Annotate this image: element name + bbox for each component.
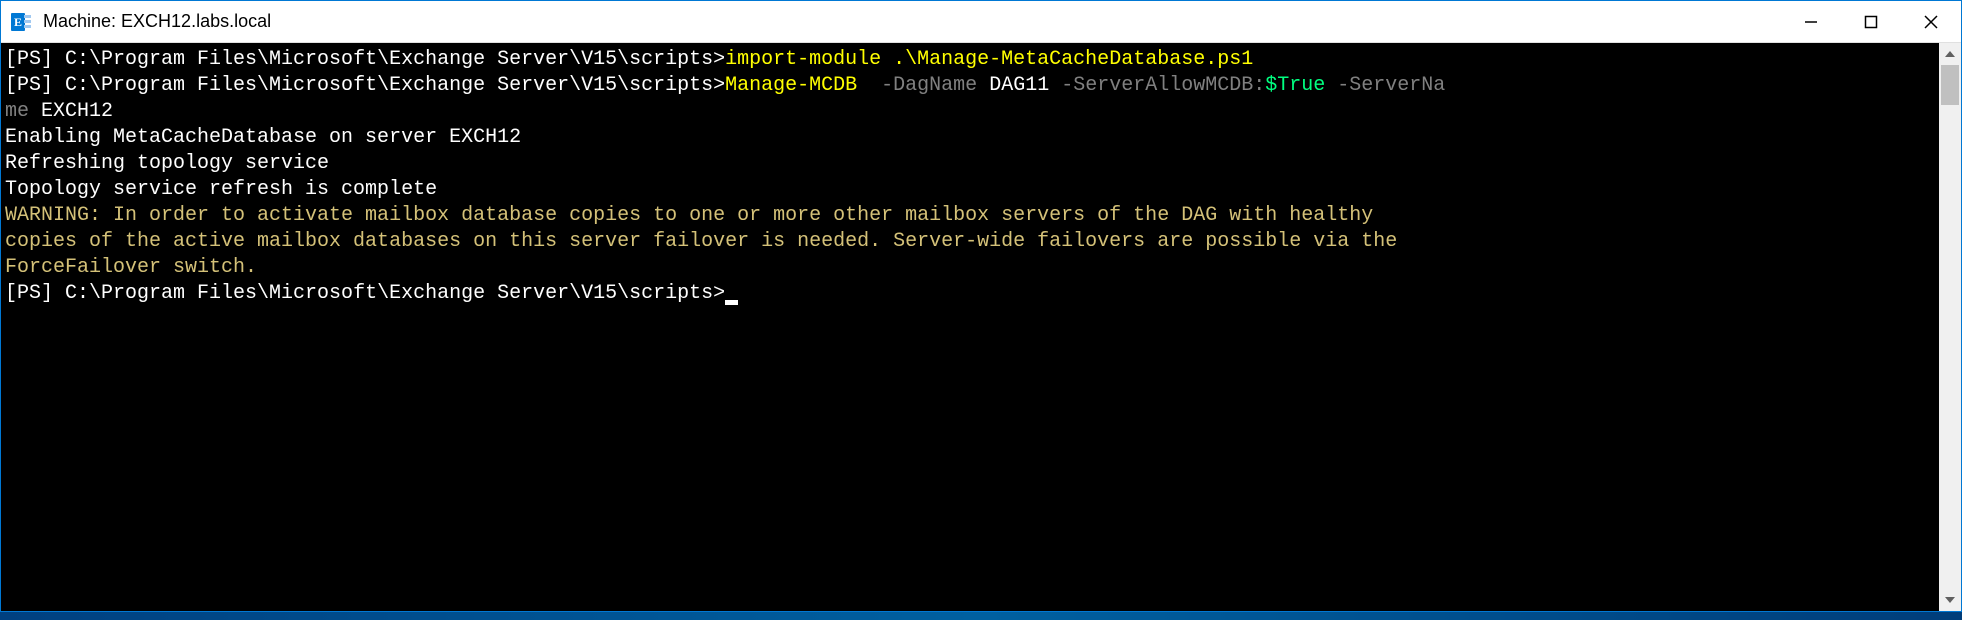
terminal-segment: C:\Program Files\Microsoft\Exchange Serv… xyxy=(65,282,725,305)
terminal-line: [PS] C:\Program Files\Microsoft\Exchange… xyxy=(5,281,1935,307)
scroll-thumb[interactable] xyxy=(1941,65,1959,105)
scroll-up-button[interactable] xyxy=(1939,43,1961,65)
console-window: E Machine: EXCH12.labs.local [PS] C:\Pro… xyxy=(0,0,1962,612)
terminal-segment: Enabling MetaCacheDatabase on server EXC… xyxy=(5,126,521,149)
terminal-segment: EXCH12 xyxy=(41,100,113,123)
terminal-segment: C:\Program Files\Microsoft\Exchange Serv… xyxy=(65,74,725,97)
terminal-segment: $True xyxy=(1265,74,1325,97)
terminal-line: [PS] C:\Program Files\Microsoft\Exchange… xyxy=(5,47,1935,73)
terminal-segment: Topology service refresh is complete xyxy=(5,178,437,201)
window-controls xyxy=(1781,1,1961,42)
window-title: Machine: EXCH12.labs.local xyxy=(43,11,1781,32)
terminal-segment: [PS] xyxy=(5,48,65,71)
terminal-line: Topology service refresh is complete xyxy=(5,177,1935,203)
terminal-container: [PS] C:\Program Files\Microsoft\Exchange… xyxy=(1,43,1961,611)
terminal-line: [PS] C:\Program Files\Microsoft\Exchange… xyxy=(5,73,1935,99)
scroll-track[interactable] xyxy=(1939,65,1961,589)
cursor xyxy=(725,300,738,305)
close-button[interactable] xyxy=(1901,1,1961,42)
terminal-segment: -ServerNa xyxy=(1325,74,1445,97)
vertical-scrollbar[interactable] xyxy=(1939,43,1961,611)
terminal-segment: Refreshing topology service xyxy=(5,152,329,175)
terminal-output[interactable]: [PS] C:\Program Files\Microsoft\Exchange… xyxy=(1,43,1939,611)
terminal-line: ForceFailover switch. xyxy=(5,255,1935,281)
terminal-segment: -ServerAllowMCDB: xyxy=(1049,74,1265,97)
terminal-segment: ForceFailover switch. xyxy=(5,256,257,279)
terminal-segment: copies of the active mailbox databases o… xyxy=(5,230,1397,253)
terminal-segment: [PS] xyxy=(5,74,65,97)
terminal-segment: -DagName xyxy=(869,74,989,97)
terminal-line: me EXCH12 xyxy=(5,99,1935,125)
terminal-line: Refreshing topology service xyxy=(5,151,1935,177)
scroll-down-button[interactable] xyxy=(1939,589,1961,611)
terminal-line: copies of the active mailbox databases o… xyxy=(5,229,1935,255)
taskbar-strip xyxy=(0,612,1962,620)
svg-text:E: E xyxy=(14,15,22,29)
terminal-segment: C:\Program Files\Microsoft\Exchange Serv… xyxy=(65,48,725,71)
titlebar[interactable]: E Machine: EXCH12.labs.local xyxy=(1,1,1961,43)
terminal-line: WARNING: In order to activate mailbox da… xyxy=(5,203,1935,229)
terminal-segment: [PS] xyxy=(5,282,65,305)
maximize-button[interactable] xyxy=(1841,1,1901,42)
terminal-segment: WARNING: In order to activate mailbox da… xyxy=(5,204,1373,227)
terminal-segment: Manage-MCDB xyxy=(725,74,869,97)
terminal-line: Enabling MetaCacheDatabase on server EXC… xyxy=(5,125,1935,151)
terminal-segment: DAG11 xyxy=(989,74,1049,97)
minimize-button[interactable] xyxy=(1781,1,1841,42)
terminal-segment: me xyxy=(5,100,41,123)
app-icon: E xyxy=(11,11,33,33)
terminal-segment: import-module .\Manage-MetaCacheDatabase… xyxy=(725,48,1253,71)
